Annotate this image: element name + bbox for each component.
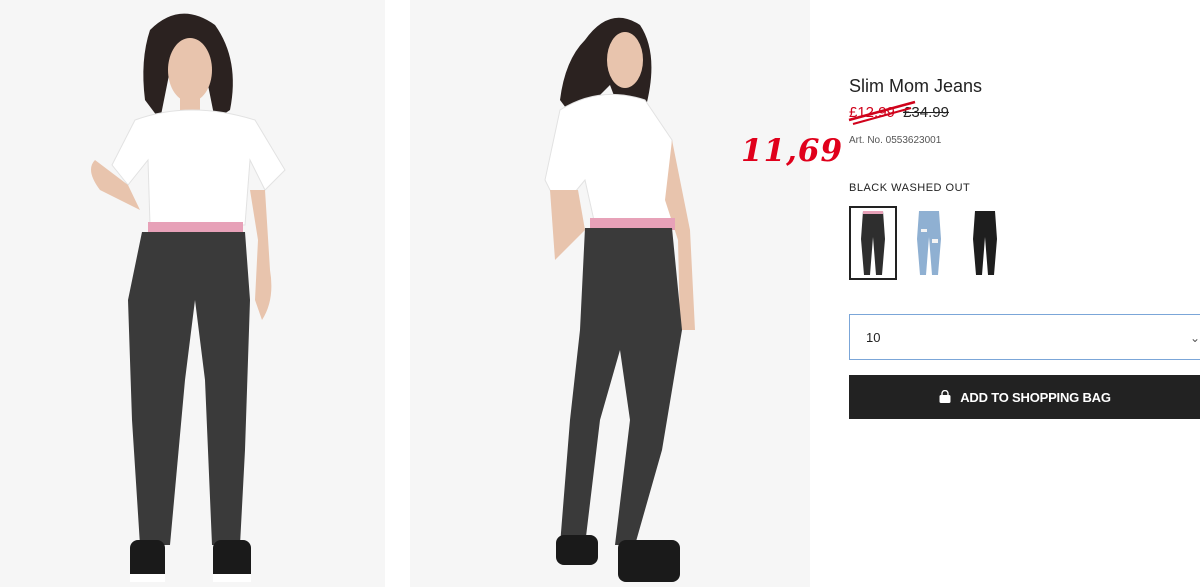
price-row: £12.99 £34.99 <box>848 100 949 125</box>
chevron-down-icon: ⌄ <box>1189 331 1200 345</box>
color-swatches <box>849 206 1009 280</box>
add-to-bag-label: ADD TO SHOPPING BAG <box>960 389 1111 405</box>
shopping-bag-icon <box>939 390 951 403</box>
jeans-thumbnail-icon <box>917 211 941 275</box>
sale-price: £12.99 <box>848 100 916 125</box>
article-number: Art. No. 0553623001 <box>849 135 942 146</box>
product-details-panel: Slim Mom Jeans £12.99 £34.99 Art. No. 05… <box>848 0 1200 587</box>
model-back-illustration <box>410 0 810 587</box>
back-view-photo[interactable] <box>410 0 810 587</box>
model-front-illustration <box>0 0 385 587</box>
front-view-photo[interactable] <box>0 0 385 587</box>
swatch-black[interactable] <box>961 206 1009 280</box>
size-select[interactable]: 10 ⌄ <box>849 314 1200 360</box>
jeans-thumbnail-icon <box>861 211 885 275</box>
jeans-thumbnail-icon <box>973 211 997 275</box>
size-value: 10 <box>866 329 881 345</box>
color-label: BLACK WASHED OUT <box>849 182 971 194</box>
add-to-bag-button[interactable]: ADD TO SHOPPING BAG <box>849 375 1200 419</box>
swatch-black-washed-out[interactable] <box>849 206 897 280</box>
swatch-light-blue-ripped[interactable] <box>905 206 953 280</box>
price-strike-scribble <box>848 100 916 125</box>
handwritten-price-annotation: 11,69 <box>741 133 844 169</box>
